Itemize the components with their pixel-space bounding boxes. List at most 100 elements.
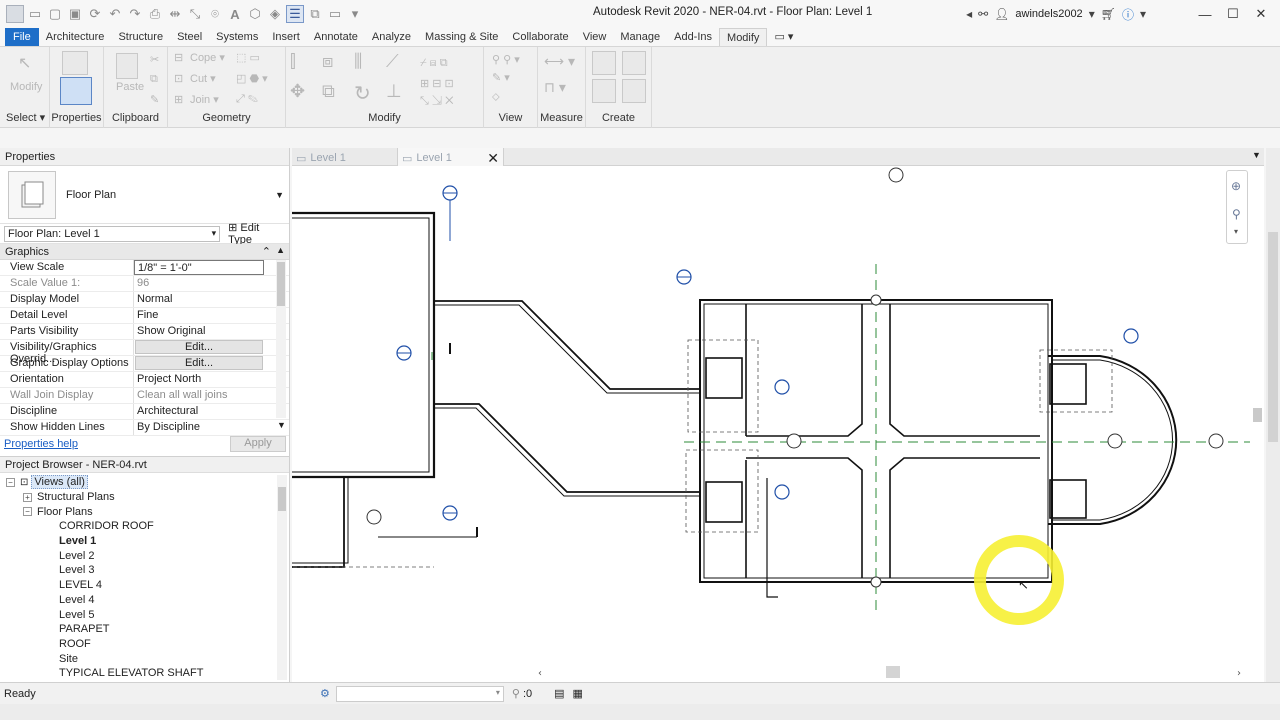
view-tools2-icon[interactable]: ✎ ▾ [492, 71, 510, 84]
edit-type-button[interactable]: ⊞ Edit Type [228, 221, 285, 246]
offset-icon[interactable]: ⧈ [322, 51, 333, 72]
section-icon[interactable]: ◈ [266, 5, 284, 23]
browser-scroll-thumb[interactable] [278, 487, 286, 511]
split-icon[interactable]: ⌿ ⧈ ⧉ [420, 57, 448, 70]
property-value[interactable]: By Discipline [134, 420, 264, 435]
browser-item[interactable]: TYPICAL ELEVATOR SHAFT [6, 666, 289, 681]
view-tab[interactable]: ▭ Level 1 ✕ [398, 148, 504, 166]
filter-icon[interactable]: ⚲ [512, 687, 520, 700]
property-value[interactable]: 1/8" = 1'-0" [134, 260, 264, 275]
3d-view-icon[interactable]: ⬡ [246, 5, 264, 23]
panel-visibility-icon[interactable]: ▭ ▾ [767, 28, 800, 46]
canvas-scrollbar[interactable] [1252, 166, 1262, 666]
join-icon[interactable]: ⊞ [174, 93, 183, 106]
browser-item[interactable]: CORRIDOR ROOF [6, 519, 289, 534]
type-selector[interactable]: Floor Plan ▼ [0, 166, 289, 224]
print-icon[interactable]: ⎙ [146, 5, 164, 23]
browser-item[interactable]: + Structural Plans [6, 490, 289, 505]
expand-icon[interactable]: + [23, 492, 32, 502]
measure-icon[interactable]: ⇹ [166, 5, 184, 23]
tab-modify[interactable]: Modify [719, 28, 768, 46]
scroll-right-icon[interactable]: › [1237, 668, 1241, 679]
drawing-area[interactable]: ‹ › [292, 166, 1264, 682]
instance-selector[interactable]: Floor Plan: Level 1 ▾ [4, 225, 221, 242]
browser-item[interactable]: LEVEL 4 [6, 578, 289, 593]
browser-item[interactable]: ROOF [6, 637, 289, 652]
worksets-icon[interactable]: ⚙ [320, 687, 330, 700]
tab-structure[interactable]: Structure [111, 28, 170, 46]
zoom-icon[interactable]: ⚲ [1232, 207, 1241, 221]
cope-icon[interactable]: ⊟ [174, 51, 183, 64]
close-tab-icon[interactable]: ✕ [487, 150, 499, 167]
username[interactable]: awindels2002 [1015, 8, 1082, 20]
select-label[interactable]: Select ▾ [6, 111, 45, 124]
steering-wheel-icon[interactable]: ⊕ [1231, 179, 1241, 193]
sync-icon[interactable]: ⟳ [86, 5, 104, 23]
user-icon[interactable]: 👤︎ [994, 7, 1009, 21]
binoculars-icon[interactable]: ⚯ [978, 7, 988, 21]
property-value[interactable]: Show Original [134, 324, 264, 339]
copy-small-icon[interactable]: ⧉ [150, 73, 158, 86]
properties-scroll-thumb[interactable] [277, 262, 285, 306]
properties-help-link[interactable]: Properties help [4, 438, 78, 450]
tab-file[interactable]: File [5, 28, 39, 46]
cut-label[interactable]: Cut ▾ [190, 72, 216, 85]
save-icon[interactable]: ▣ [66, 5, 84, 23]
qat-dropdown-icon[interactable]: ▾ [346, 5, 364, 23]
graphics-group-header[interactable]: Graphics ⌃ ▲ [0, 244, 289, 260]
collapse-icon[interactable]: − [6, 477, 15, 487]
apply-button[interactable]: Apply [230, 436, 286, 452]
modify-cursor-icon[interactable]: ↖ [18, 53, 31, 73]
create-parts-icon[interactable] [622, 51, 646, 75]
browser-item[interactable]: − Floor Plans [6, 504, 289, 519]
match-icon[interactable]: ✎ [150, 93, 159, 106]
outer-scrollbar[interactable] [1266, 148, 1280, 682]
help-dropdown-icon[interactable]: ▾ [1140, 7, 1146, 21]
rotate-icon[interactable]: ↻ [354, 81, 371, 106]
join-label[interactable]: Join ▾ [190, 93, 219, 106]
dimension-icon[interactable]: ⤡ [186, 5, 204, 23]
modify-tool-label[interactable]: Modify [10, 81, 42, 93]
new-icon[interactable]: ▢ [46, 5, 64, 23]
collapse-group-icon[interactable]: ⌃ [262, 245, 271, 258]
tab-bar-dropdown-icon[interactable]: ▼ [1252, 150, 1261, 160]
scroll-left-icon[interactable]: ‹ [538, 668, 542, 679]
canvas-scroll-thumb[interactable] [1253, 408, 1262, 422]
view-tab[interactable]: ▭ Level 1 [292, 148, 398, 166]
user-dropdown-icon[interactable]: ▾ [1089, 7, 1095, 21]
thin-lines-icon[interactable]: ☰ [286, 5, 304, 23]
select-links-icon[interactable]: ▦ [573, 687, 583, 700]
tab-manage[interactable]: Manage [613, 28, 667, 46]
maximize-button[interactable]: ☐ [1222, 6, 1244, 22]
scroll-down-icon[interactable]: ▼ [277, 420, 286, 430]
property-value[interactable]: Architectural [134, 404, 264, 419]
property-value[interactable]: Fine [134, 308, 264, 323]
create-similar-icon[interactable] [622, 79, 646, 103]
property-edit-button[interactable]: Edit... [135, 340, 263, 354]
mirror2-icon[interactable]: ⟋ [386, 51, 399, 72]
tab-massing-site[interactable]: Massing & Site [418, 28, 505, 46]
browser-item[interactable]: Level 1 [6, 534, 289, 549]
geometry-tools-icon[interactable]: ⬚ ▭ [236, 51, 260, 64]
move-icon[interactable]: ✥ [290, 81, 305, 102]
tab-architecture[interactable]: Architecture [39, 28, 112, 46]
create-assembly-icon[interactable] [592, 51, 616, 75]
tag-icon[interactable]: ⌾ [206, 5, 224, 23]
editable-only-icon[interactable]: ▤ [554, 687, 564, 700]
tab-steel[interactable]: Steel [170, 28, 209, 46]
tab-systems[interactable]: Systems [209, 28, 265, 46]
cart-icon[interactable]: 🛒︎ [1101, 7, 1116, 21]
mirror-icon[interactable]: ⫼ [354, 51, 362, 72]
properties-icon[interactable] [60, 77, 92, 105]
trim-icon[interactable]: ⊥ [386, 81, 402, 102]
type-properties-icon[interactable] [62, 51, 88, 75]
tab-insert[interactable]: Insert [265, 28, 307, 46]
revit-logo-icon[interactable] [6, 5, 24, 23]
cope-label[interactable]: Cope ▾ [190, 51, 225, 64]
nav-left-icon[interactable]: ◂ [966, 7, 972, 21]
geometry-tools3-icon[interactable]: ⤢ ✎ [236, 93, 258, 106]
open-icon[interactable]: ▭ [26, 5, 44, 23]
create-group-icon[interactable] [592, 79, 616, 103]
tab-view[interactable]: View [576, 28, 614, 46]
browser-item[interactable]: − ⊡ Views (all) [6, 475, 289, 490]
